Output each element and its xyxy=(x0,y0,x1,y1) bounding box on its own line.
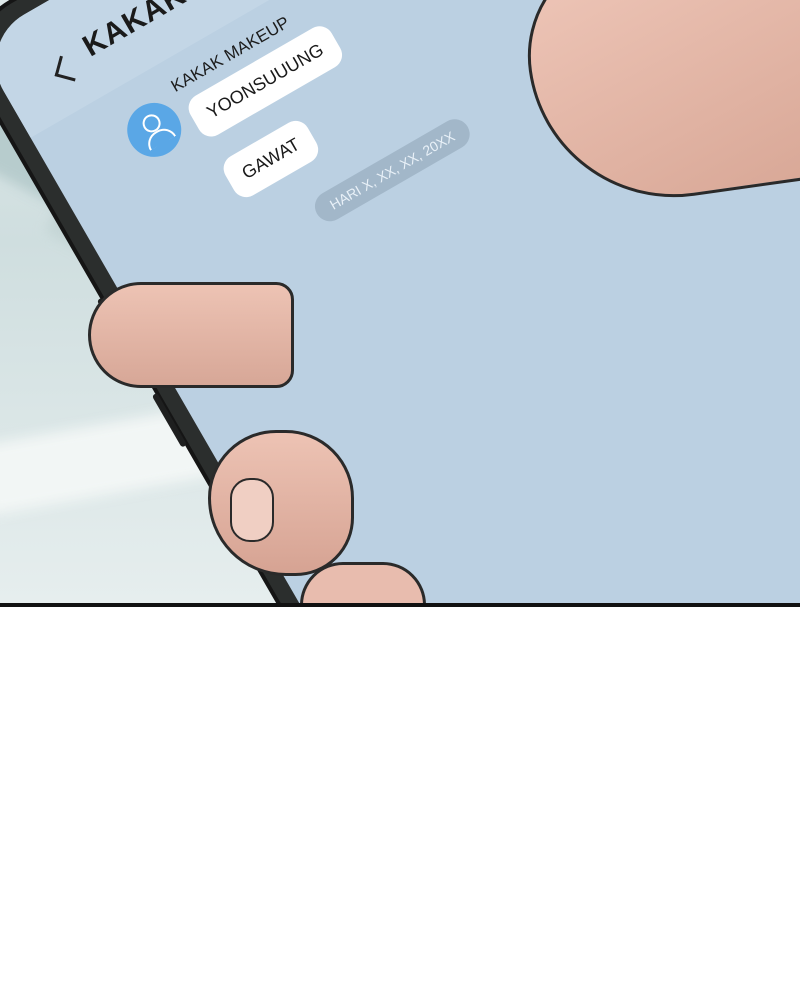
date-label: HARI X, XX, XX, 20XX xyxy=(309,113,475,227)
message-bubble[interactable]: GAWAT xyxy=(218,115,324,203)
finger xyxy=(88,282,294,388)
blank-gutter xyxy=(0,607,800,1000)
comic-panel: KAKAK MAKEUP KAKAK MAKEUP YOONSUUUNG GAW… xyxy=(0,0,800,604)
back-chevron-icon[interactable] xyxy=(54,55,81,82)
user-avatar-icon[interactable] xyxy=(117,93,192,167)
fingernail xyxy=(230,478,274,542)
